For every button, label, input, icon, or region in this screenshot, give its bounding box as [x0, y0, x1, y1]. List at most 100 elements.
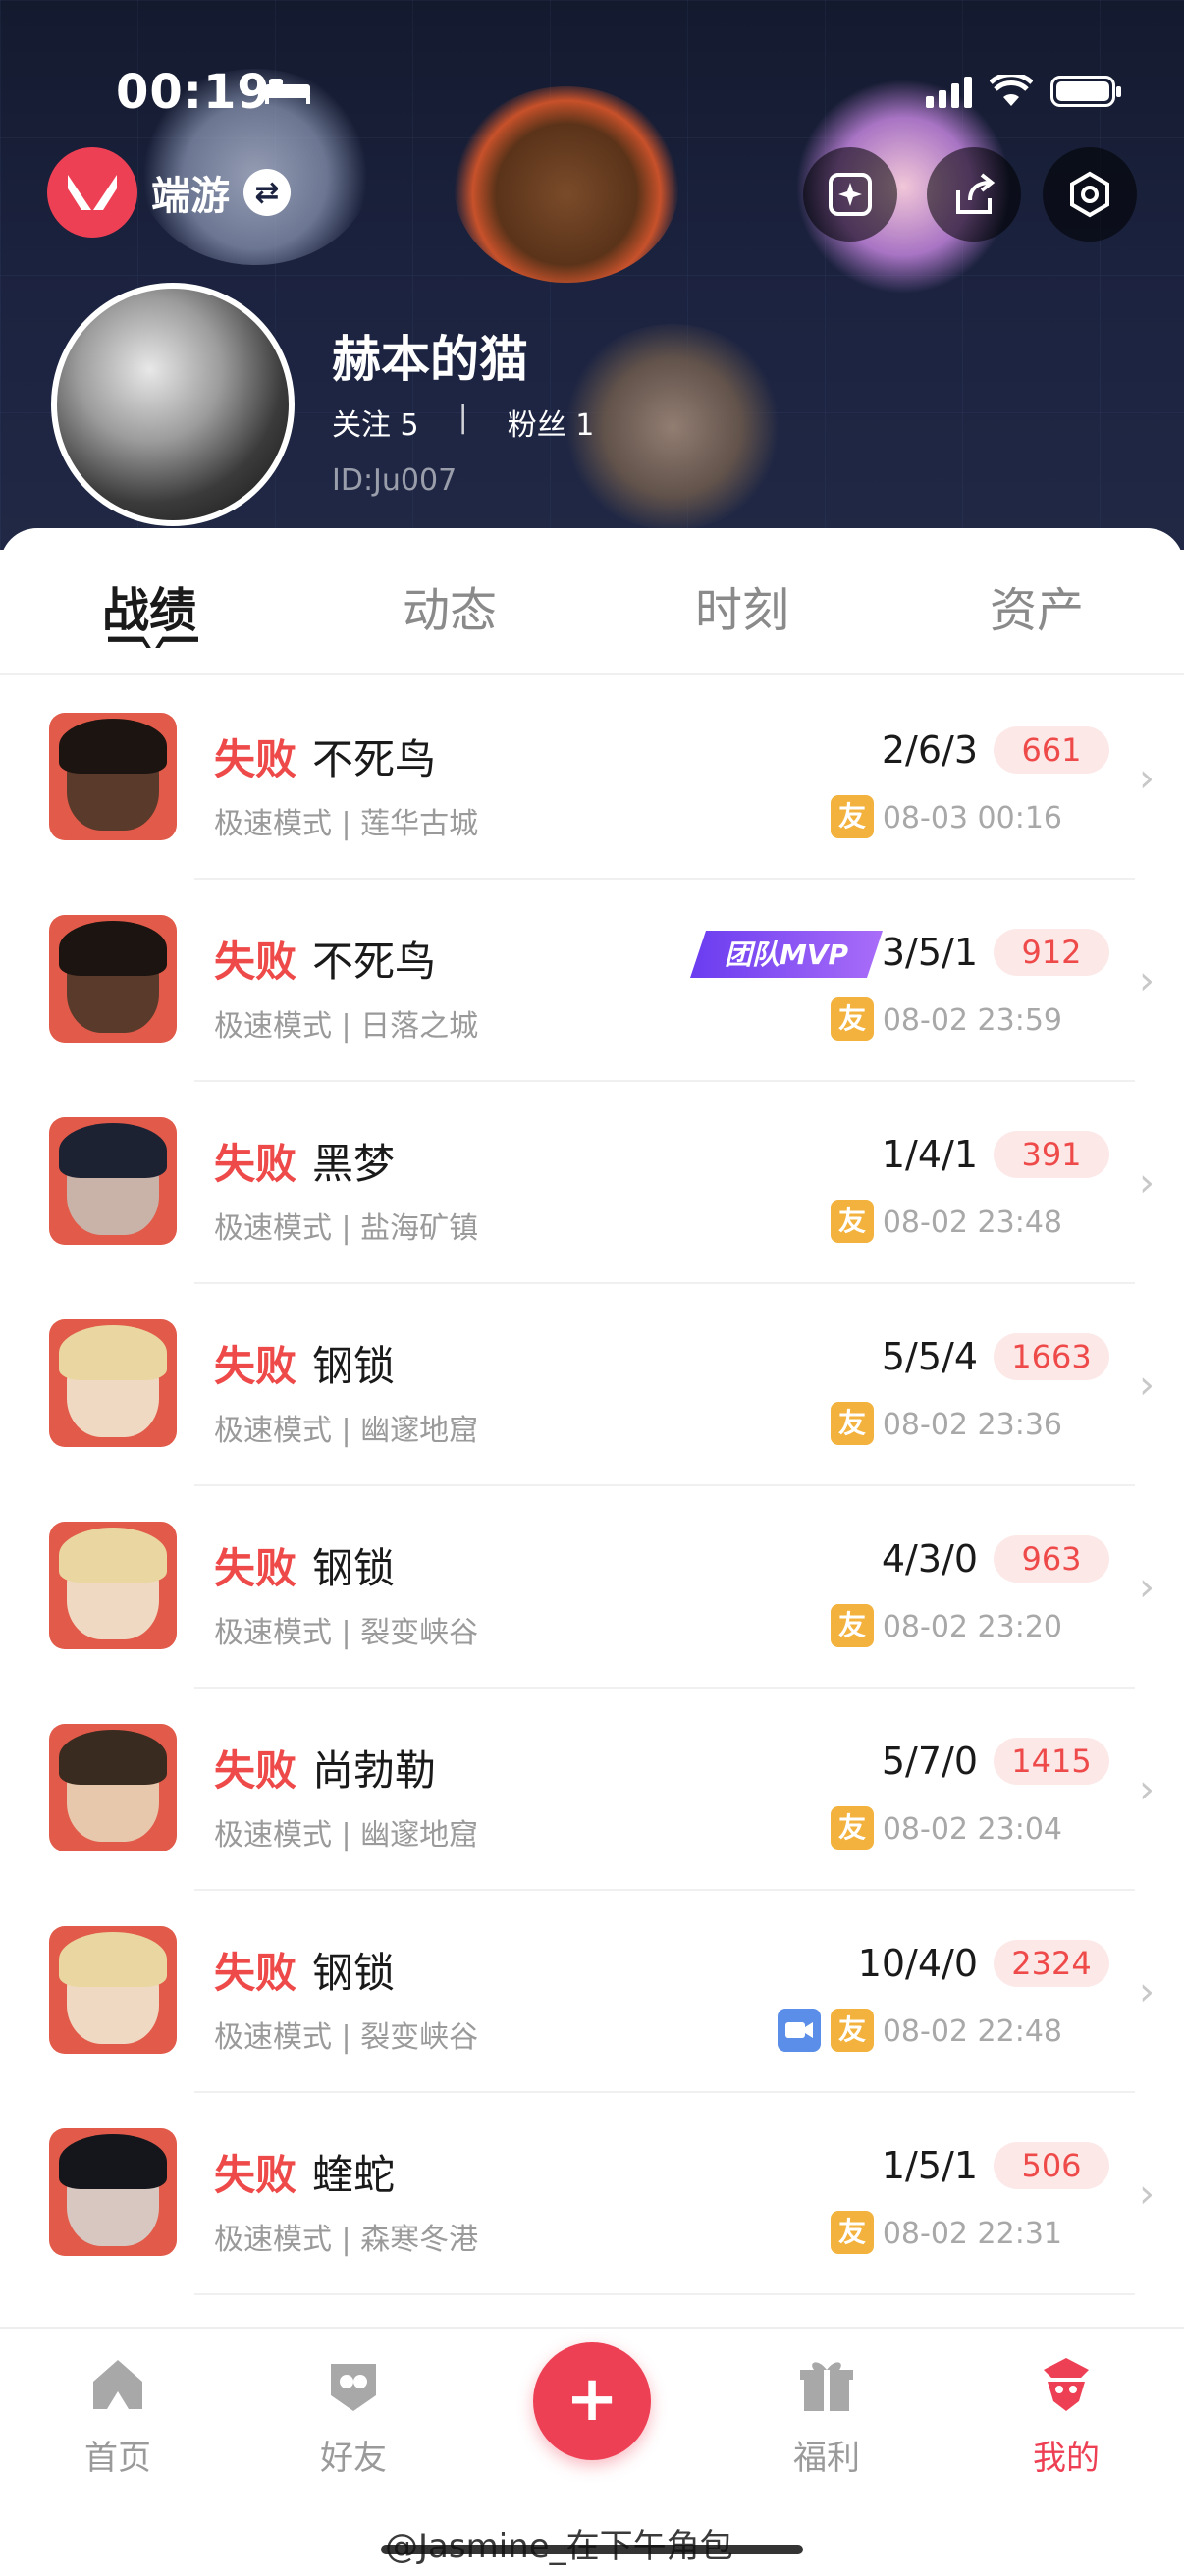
match-row[interactable]: 失败 钢锁 极速模式 | 裂变峡谷 4/3/0 963 友 08-02 23:2…	[0, 1486, 1184, 1689]
share-button[interactable]	[927, 147, 1021, 242]
agent-portrait	[49, 1319, 177, 1447]
agent-name: 钢锁	[312, 1949, 396, 1997]
match-score: 506	[994, 2142, 1109, 2189]
chevron-right-icon: ›	[1139, 1767, 1155, 1812]
match-kda: 3/5/1	[881, 931, 978, 974]
agent-name: 不死鸟	[312, 735, 437, 783]
match-row[interactable]: 失败 尚勃勒 极速模式 | 幽邃地窟 5/7/0 1415 友 08-02 23…	[0, 1689, 1184, 1891]
nav-friends[interactable]: 好友	[285, 2352, 422, 2479]
avatar[interactable]	[51, 283, 295, 526]
match-score: 912	[994, 929, 1109, 976]
match-row[interactable]: 失败 不死鸟 极速模式 | 莲华古城 2/6/3 661 友 08-03 00:…	[0, 677, 1184, 880]
settings-hex-icon	[1070, 171, 1109, 218]
chevron-right-icon: ›	[1139, 1363, 1155, 1408]
nav-me-label: 我的	[1033, 2439, 1100, 2478]
nav-home[interactable]: 首页	[49, 2352, 187, 2479]
agent-hair	[59, 1325, 167, 1380]
friend-badge: 友	[831, 1402, 874, 1445]
match-row[interactable]: 失败 钢锁 极速模式 | 幽邃地窟 5/5/4 1663 友 08-02 23:…	[0, 1284, 1184, 1486]
row-divider	[194, 2293, 1135, 2295]
status-time: 00:19	[116, 65, 271, 120]
agent-hair	[59, 1123, 167, 1178]
chevron-right-icon: ›	[1139, 1160, 1155, 1206]
team-mvp-text: 团队MVP	[725, 939, 849, 971]
profile-icon	[1044, 2358, 1089, 2411]
gift-icon	[800, 2362, 853, 2411]
status-icons	[926, 75, 1121, 108]
match-mode-map: 极速模式 | 幽邃地窟	[214, 1414, 479, 1448]
friend-badge: 友	[831, 795, 874, 838]
agent-portrait	[49, 915, 177, 1043]
chevron-right-icon: ›	[1139, 1969, 1155, 2014]
tab-record[interactable]: 战绩	[102, 571, 196, 640]
swap-icon[interactable]: ⇄	[243, 169, 291, 216]
battery-icon	[1050, 76, 1121, 107]
tab-active-indicator	[108, 636, 198, 648]
match-row[interactable]: 失败 黑梦 极速模式 | 盐海矿镇 1/4/1 391 友 08-02 23:4…	[0, 1082, 1184, 1284]
home-indicator[interactable]	[381, 2545, 803, 2554]
match-result: 失败	[214, 735, 297, 783]
game-name: 端游	[151, 174, 230, 219]
match-result: 失败	[214, 1949, 297, 1997]
chevron-right-icon: ›	[1139, 2172, 1155, 2217]
match-kda: 1/4/1	[881, 1133, 978, 1176]
following-count[interactable]: 关注 5	[332, 401, 419, 444]
match-score: 1663	[994, 1333, 1109, 1380]
sleep-mode-icon	[265, 79, 310, 104]
signal-icon	[926, 75, 972, 108]
video-replay-icon[interactable]	[778, 2009, 821, 2052]
match-mode-map: 极速模式 | 莲华古城	[214, 807, 479, 841]
nav-me[interactable]: 我的	[997, 2352, 1135, 2479]
agent-name: 不死鸟	[312, 938, 437, 986]
tab-moments[interactable]: 时刻	[695, 571, 789, 640]
sparkle-icon	[829, 173, 872, 216]
match-row[interactable]: 失败 不死鸟 极速模式 | 日落之城 3/5/1 912 友 08-02 23:…	[0, 880, 1184, 1082]
match-kda: 10/4/0	[857, 1942, 978, 1985]
match-mode-map: 极速模式 | 裂变峡谷	[214, 1616, 479, 1650]
settings-button[interactable]	[1043, 147, 1137, 242]
match-mode-map: 极速模式 | 日落之城	[214, 1009, 479, 1044]
match-time: 08-03 00:16	[882, 801, 1062, 835]
match-score: 1415	[994, 1738, 1109, 1785]
match-row[interactable]: 失败 蝰蛇 极速模式 | 森寒冬港 1/5/1 506 友 08-02 22:3…	[0, 2093, 1184, 2295]
wifi-icon	[990, 75, 1033, 106]
nav-home-label: 首页	[84, 2439, 151, 2478]
user-id: ID:Ju007	[332, 463, 457, 498]
match-kda: 4/3/0	[881, 1537, 978, 1581]
agent-portrait	[49, 1724, 177, 1852]
match-result: 失败	[214, 1746, 297, 1795]
agent-portrait	[49, 1117, 177, 1245]
match-score: 963	[994, 1535, 1109, 1583]
tab-feed[interactable]: 动态	[403, 571, 497, 640]
agent-portrait	[49, 713, 177, 840]
match-time: 08-02 22:48	[882, 2014, 1062, 2049]
agent-hair	[59, 1730, 167, 1785]
friend-badge: 友	[831, 1604, 874, 1647]
match-result: 失败	[214, 1544, 297, 1592]
agent-hair	[59, 719, 167, 774]
watermark: @Jasmine_在下午角包	[385, 2519, 733, 2567]
team-mvp-badge: 团队MVP	[688, 929, 885, 980]
match-score: 391	[994, 1131, 1109, 1178]
fans-count[interactable]: 粉丝 1	[508, 401, 595, 444]
match-kda: 5/5/4	[881, 1335, 978, 1378]
match-score: 661	[994, 726, 1109, 774]
nav-benefits-label: 福利	[793, 2439, 860, 2478]
game-switcher[interactable]: 端游 ⇄	[47, 147, 291, 238]
match-row[interactable]: 失败 钢锁 极速模式 | 裂变峡谷 10/4/0 2324 友 08-02 22…	[0, 1891, 1184, 2093]
agent-hair	[59, 1932, 167, 1987]
nav-benefits[interactable]: 福利	[758, 2352, 895, 2479]
chevron-right-icon: ›	[1139, 1565, 1155, 1610]
agent-hair	[59, 1528, 167, 1583]
agent-name: 黑梦	[312, 1140, 396, 1188]
match-kda: 1/5/1	[881, 2144, 978, 2187]
match-mode-map: 极速模式 | 森寒冬港	[214, 2223, 479, 2257]
sticker-bear-icon	[454, 86, 679, 283]
sparkle-button[interactable]	[803, 147, 897, 242]
create-post-button[interactable]: +	[533, 2342, 651, 2460]
agent-name: 钢锁	[312, 1544, 396, 1592]
match-time: 08-02 23:48	[882, 1206, 1062, 1240]
tab-assets[interactable]: 资产	[990, 571, 1084, 640]
match-kda: 5/7/0	[881, 1740, 978, 1783]
chevron-right-icon: ›	[1139, 958, 1155, 1003]
